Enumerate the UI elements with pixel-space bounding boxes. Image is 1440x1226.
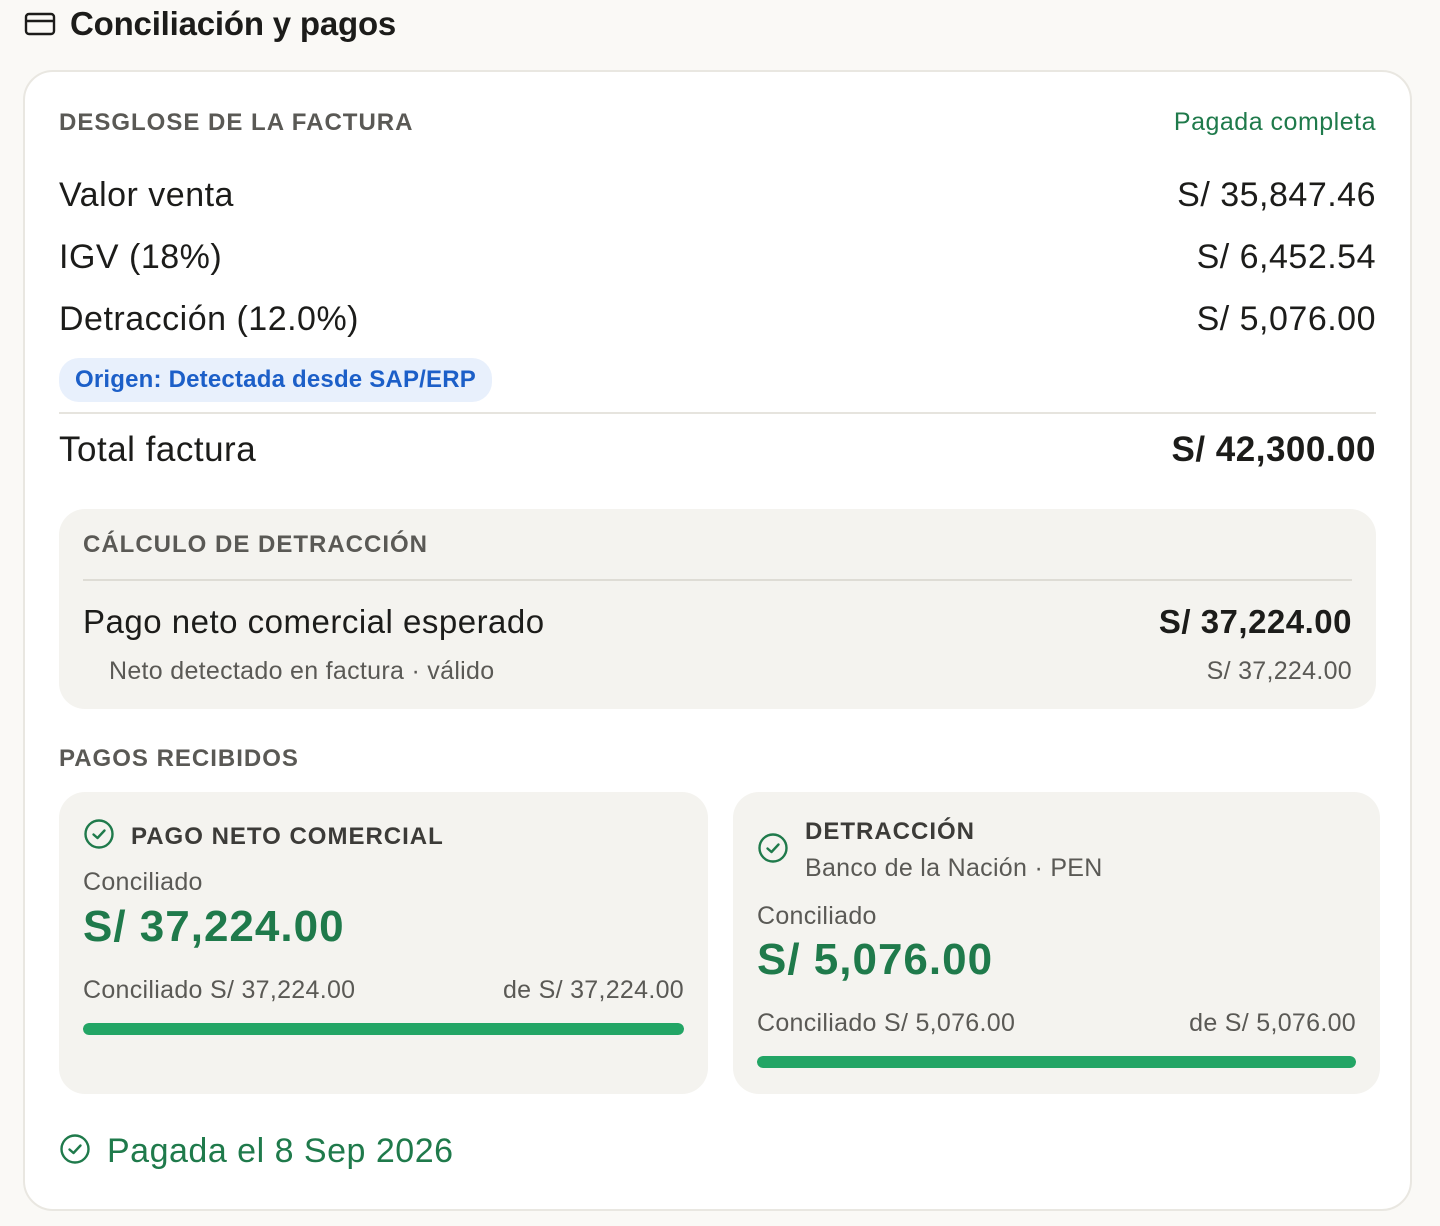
payment-state: Conciliado [757,902,877,930]
breakdown-row: Valor venta S/ 35,847.46 [59,176,1376,215]
payment-card-header: PAGO NETO COMERCIAL [83,818,444,855]
reconciled-amount: Conciliado S/ 37,224.00 [83,976,356,1004]
row-value: S/ 5,076.00 [1196,300,1376,338]
section-title: Conciliación y pagos [70,5,397,42]
calc-row: Pago neto comercial esperado S/ 37,224.0… [83,603,1352,641]
paid-footer: Pagada el 8 Sep 2026 [59,1132,454,1171]
payment-amount: S/ 37,224.00 [83,902,345,951]
card-icon [24,12,56,36]
reconciliation-card: DESGLOSE DE LA FACTURA Pagada completa V… [23,70,1412,1211]
reconciled-amount: Conciliado S/ 5,076.00 [757,1009,1016,1037]
payment-meta: Conciliado S/ 37,224.00 de S/ 37,224.00 [83,976,684,1005]
row-value: S/ 6,452.54 [1196,238,1376,276]
paid-date: Pagada el 8 Sep 2026 [107,1132,454,1170]
row-label: IGV (18%) [59,238,223,276]
detected-net-label: Neto detectado en factura · válido [109,657,495,685]
payment-card-header: DETRACCIÓN Banco de la Nación · PEN [757,818,1103,883]
row-label: Detracción (12.0%) [59,300,360,338]
expected-amount: de S/ 5,076.00 [1189,1009,1356,1037]
progress-fill [83,1023,684,1035]
progress-fill [757,1056,1356,1068]
origin-badge: Origen: Detectada desde SAP/ERP [59,358,492,402]
payment-meta: Conciliado S/ 5,076.00 de S/ 5,076.00 [757,1009,1356,1038]
check-circle-icon [757,832,789,869]
page: Conciliación y pagos DESGLOSE DE LA FACT… [0,0,1440,1226]
payment-card-title: DETRACCIÓN [805,818,975,845]
total-label: Total factura [59,430,257,469]
origin-badge-wrap: Origen: Detectada desde SAP/ERP [59,358,1376,402]
row-value: S/ 35,847.46 [1177,176,1376,214]
payment-card: DETRACCIÓN Banco de la Nación · PEN Conc… [733,792,1380,1094]
check-circle-icon [59,1133,91,1170]
progress-bar [757,1056,1356,1068]
detraction-calc-box: CÁLCULO DE DETRACCIÓN Pago neto comercia… [59,509,1376,709]
payment-card: PAGO NETO COMERCIAL Conciliado S/ 37,224… [59,792,708,1094]
breakdown-row: IGV (18%) S/ 6,452.54 [59,238,1376,277]
payment-card-titles: DETRACCIÓN Banco de la Nación · PEN [805,818,1103,883]
progress-bar [83,1023,684,1035]
divider [83,579,1352,581]
detected-net-value: S/ 37,224.00 [1206,657,1352,685]
expected-net-label: Pago neto comercial esperado [83,603,545,640]
breakdown-label: DESGLOSE DE LA FACTURA [59,108,414,136]
payments-label: PAGOS RECIBIDOS [59,745,299,772]
payment-bank: Banco de la Nación · PEN [805,854,1103,882]
breakdown-row: Detracción (12.0%) S/ 5,076.00 [59,300,1376,339]
row-label: Valor venta [59,176,234,214]
payment-status: Pagada completa [1173,108,1376,136]
calc-sub-row: Neto detectado en factura · válido S/ 37… [109,657,1352,686]
payment-amount: S/ 5,076.00 [757,935,994,984]
payment-card-title: PAGO NETO COMERCIAL [131,822,444,850]
divider [59,412,1376,414]
check-circle-icon [83,818,115,855]
expected-amount: de S/ 37,224.00 [502,976,684,1004]
payment-state: Conciliado [83,868,203,896]
calc-label: CÁLCULO DE DETRACCIÓN [83,531,428,558]
total-row: Total factura S/ 42,300.00 [59,430,1376,470]
section-header: Conciliación y pagos [24,0,396,48]
total-value: S/ 42,300.00 [1171,430,1376,469]
breakdown-header: DESGLOSE DE LA FACTURA Pagada completa [59,108,1376,137]
expected-net-value: S/ 37,224.00 [1158,603,1352,640]
